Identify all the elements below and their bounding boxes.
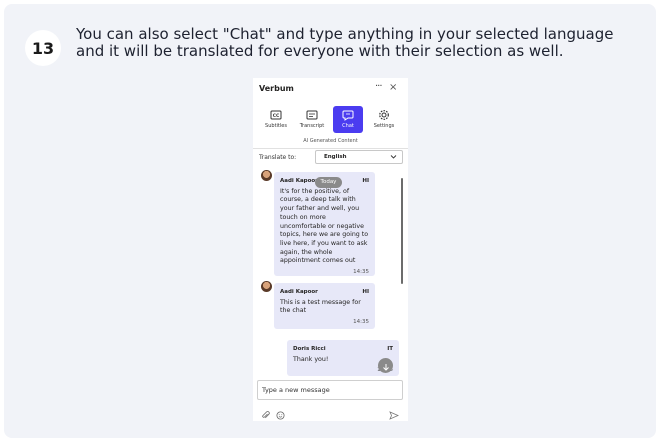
step-number: 13 <box>25 30 61 66</box>
language-value: English <box>324 154 347 160</box>
tab-chat-label: Chat <box>342 123 354 129</box>
tab-subtitles[interactable]: CC Subtitles <box>261 106 291 133</box>
verbum-panel: Verbum ··· × CC Subtitles Transcript Cha… <box>253 78 408 421</box>
message-sender: Doris Ricci <box>293 346 326 352</box>
tab-transcript-label: Transcript <box>299 123 325 129</box>
message-sender: Aadi Kapoor <box>280 289 318 295</box>
message-language: HI <box>362 289 369 295</box>
chat-icon <box>342 109 354 121</box>
message-language: IT <box>387 346 393 352</box>
tab-transcript[interactable]: Transcript <box>297 106 327 133</box>
gear-icon <box>378 109 390 121</box>
emoji-icon[interactable] <box>276 405 285 421</box>
tab-settings-label: Settings <box>373 123 395 129</box>
attach-icon[interactable] <box>261 405 270 421</box>
tab-bar: CC Subtitles Transcript Chat Settings <box>253 106 408 134</box>
scroll-to-bottom-button[interactable] <box>378 358 393 373</box>
translate-label: Translate to: <box>259 154 297 161</box>
translate-row: Translate to: English <box>256 150 406 166</box>
message-time: 14:35 <box>353 269 369 276</box>
scrollbar[interactable] <box>401 178 403 284</box>
message-bubble: Aadi Kapoor HI This is a test message fo… <box>274 283 375 329</box>
step-instruction: You can also select "Chat" and type anyt… <box>76 25 614 60</box>
tab-subtitles-label: Subtitles <box>265 123 287 129</box>
today-separator: Today <box>315 177 342 188</box>
chat-area: Aadi Kapoor HI It's for the positive, of… <box>253 170 408 380</box>
send-icon[interactable] <box>389 405 399 421</box>
tab-chat[interactable]: Chat <box>333 106 363 133</box>
message-language: HI <box>362 178 369 184</box>
ai-generated-notice: AI Generated Content <box>253 138 408 149</box>
panel-header: Verbum ··· × <box>253 78 408 104</box>
compose-toolbar <box>253 405 408 420</box>
panel-title: Verbum <box>259 84 294 93</box>
arrow-down-icon <box>382 356 390 375</box>
avatar <box>261 170 272 181</box>
message-text: It's for the positive, of course, a deep… <box>280 187 369 265</box>
message-input[interactable]: Type a new message <box>257 380 403 400</box>
cc-icon: CC <box>270 109 282 121</box>
message-text: This is a test message for the chat <box>280 298 361 315</box>
language-select[interactable]: English <box>315 150 403 164</box>
more-options-icon[interactable]: ··· <box>375 81 382 92</box>
svg-text:CC: CC <box>273 113 280 119</box>
message-time: 14:35 <box>353 319 369 326</box>
close-icon[interactable]: × <box>389 82 397 93</box>
transcript-icon <box>306 109 318 121</box>
tab-settings[interactable]: Settings <box>369 106 399 133</box>
avatar <box>261 281 272 292</box>
chevron-down-icon <box>390 153 397 162</box>
